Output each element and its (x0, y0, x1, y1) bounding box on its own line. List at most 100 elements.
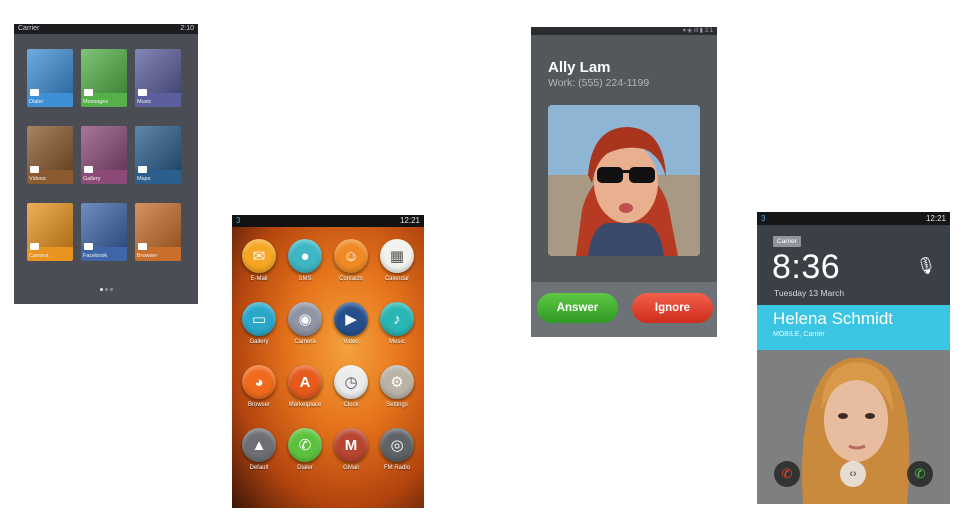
carrier-label: Carrier (18, 25, 40, 32)
status-bar: ▾ ◈ ıll ▮ 3:1 (531, 27, 717, 35)
tile-artwork (135, 126, 181, 170)
app-label: FM Radio (383, 465, 410, 471)
gmail-icon: M (334, 428, 368, 462)
page-dot (109, 288, 113, 291)
gallery-icon: ▭ (242, 302, 276, 336)
settings-icon: ⚙ (380, 365, 414, 399)
app-icon-gmail[interactable]: M GMail (328, 428, 374, 471)
tile-artwork (81, 126, 127, 170)
camera-icon (30, 243, 39, 250)
app-tile-gallery[interactable]: Gallery (81, 126, 127, 184)
app-label: Calendar (384, 276, 410, 282)
firefox-icon: ◕ (242, 365, 276, 399)
decline-call-button[interactable]: ✆ (774, 461, 800, 487)
app-icon-dialer[interactable]: ✆ Dialer (282, 428, 328, 471)
carrier-badge: Carrier (773, 236, 801, 247)
app-label: Camera (294, 339, 316, 345)
phone-icon: ✆ (288, 428, 322, 462)
phone-icon (30, 89, 39, 96)
app-tile-messages[interactable]: Messages (81, 49, 127, 107)
tile-artwork (27, 49, 73, 93)
app-icon-video[interactable]: ▶ Video (328, 302, 374, 345)
app-icon-settings[interactable]: ⚙ Settings (374, 365, 420, 408)
app-icon-music[interactable]: ♪ Music (374, 302, 420, 345)
icon-home-screen: 3 12:21 ✉ E-Mail ● SMS ☺ Contacts ▦ Calendar ▭ Ga… (232, 215, 424, 508)
app-tile-facebook[interactable]: Facebook (81, 203, 127, 261)
marketplace-icon: A (288, 365, 322, 399)
notification-count: 3 (761, 214, 766, 223)
app-label: Gallery (249, 339, 269, 345)
status-time: 12:21 (399, 216, 420, 225)
tile-label: Maps (137, 176, 151, 182)
status-bar: 3 12:21 (757, 212, 950, 225)
slide-handle-icon[interactable]: ‹› (840, 461, 866, 487)
clock-icon: ◷ (334, 365, 368, 399)
status-time: 12:21 (925, 214, 946, 223)
call-action-bar: Answer Ignore (531, 282, 717, 337)
app-icon-contacts[interactable]: ☺ Contacts (328, 239, 374, 282)
answer-button[interactable]: Answer (537, 293, 618, 323)
app-icon-fm-radio[interactable]: ◎ FM Radio (374, 428, 420, 471)
app-icon-default[interactable]: ▲ Default (236, 428, 282, 471)
tile-artwork (135, 203, 181, 247)
app-label: Video (343, 339, 359, 345)
caller-photo (548, 105, 700, 256)
video-icon: ▶ (334, 302, 368, 336)
tile-label: Camera (29, 253, 49, 259)
mute-icon[interactable]: 🎙︎ (916, 256, 936, 276)
maps-icon (138, 166, 147, 173)
app-tile-browser[interactable]: Browser (135, 203, 181, 261)
notification-count: 3 (236, 216, 241, 225)
app-icon-e-mail[interactable]: ✉ E-Mail (236, 239, 282, 282)
ignore-button[interactable]: Ignore (632, 293, 713, 323)
rocket-icon: ▲ (242, 428, 276, 462)
video-icon (30, 166, 39, 173)
caller-number: Work: (555) 224-1199 (548, 77, 650, 89)
app-icon-gallery[interactable]: ▭ Gallery (236, 302, 282, 345)
tile-artwork (81, 203, 127, 247)
app-label: Marketplace (288, 402, 322, 408)
page-dot (104, 288, 108, 291)
clock-date: Tuesday 13 March (774, 288, 845, 298)
app-label: Music (389, 339, 405, 345)
app-icon-sms[interactable]: ● SMS (282, 239, 328, 282)
app-tile-camera[interactable]: Camera (27, 203, 73, 261)
tile-label: Facebook (83, 253, 108, 259)
clock-time: 8:36 (772, 248, 841, 286)
tile-label: Messages (83, 99, 109, 105)
app-label: E-Mail (250, 276, 268, 282)
caller-photo: ✆ ‹› ✆ (757, 350, 950, 504)
tile-artwork (81, 49, 127, 93)
caller-name: Helena Schmidt (773, 309, 894, 328)
app-label: Contacts (339, 276, 363, 282)
app-icon-browser[interactable]: ◕ Browser (236, 365, 282, 408)
tile-artwork (27, 126, 73, 170)
app-label: SMS (298, 276, 312, 282)
email-icon: ✉ (242, 239, 276, 273)
accept-call-button[interactable]: ✆ (907, 461, 933, 487)
app-icon-camera[interactable]: ◉ Camera (282, 302, 328, 345)
status-bar: Carrier 2:10 (14, 24, 198, 34)
app-tile-dialer[interactable]: Dialer (27, 49, 73, 107)
music-icon (138, 89, 147, 96)
app-label: Clock (343, 402, 359, 408)
facebook-icon (84, 243, 93, 250)
app-icon-clock[interactable]: ◷ Clock (328, 365, 374, 408)
caller-banner: Helena Schmidt MOBILE, Carrier (757, 305, 950, 350)
caller-name: Ally Lam (548, 59, 611, 76)
app-icon-calendar[interactable]: ▦ Calendar (374, 239, 420, 282)
caller-line: MOBILE, Carrier (773, 331, 825, 338)
tile-artwork (27, 203, 73, 247)
app-label: Browser (247, 402, 270, 408)
radio-icon: ◎ (380, 428, 414, 462)
gallery-icon (84, 166, 93, 173)
lockscreen-call-screen: 3 12:21 Carrier 8:36 Tuesday 13 March 🎙︎… (757, 212, 950, 504)
sms-icon: ● (288, 239, 322, 273)
app-tile-music[interactable]: Music (135, 49, 181, 107)
page-indicator (14, 278, 198, 296)
contacts-icon: ☺ (334, 239, 368, 273)
app-tile-maps[interactable]: Maps (135, 126, 181, 184)
tile-label: Videos (29, 176, 46, 182)
app-icon-marketplace[interactable]: A Marketplace (282, 365, 328, 408)
app-tile-videos[interactable]: Videos (27, 126, 73, 184)
